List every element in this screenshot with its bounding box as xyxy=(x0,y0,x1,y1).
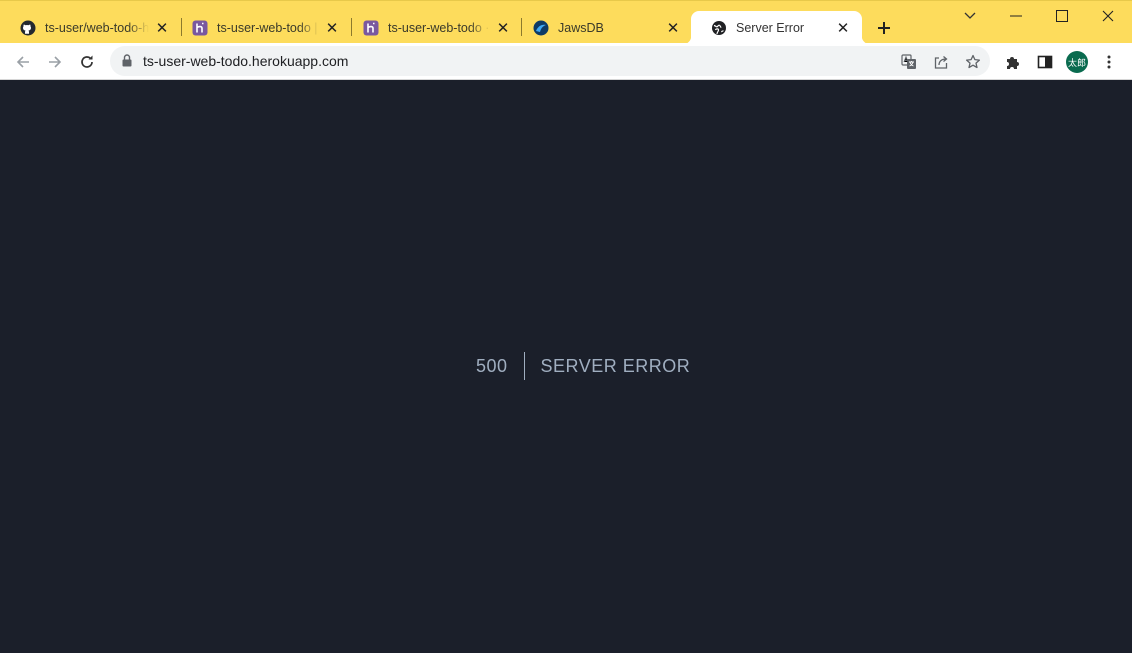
tab-title: Server Error xyxy=(736,20,805,35)
heroku-icon xyxy=(363,20,379,36)
tab-search-button[interactable] xyxy=(947,1,993,31)
browser-toolbar: ts-user-web-todo.herokuapp.com 太郎 xyxy=(0,43,1132,80)
forward-button[interactable] xyxy=(41,48,69,76)
tab-server-error[interactable]: Server Error ✕ xyxy=(683,11,870,44)
tab-title: ts-user-web-todo | Heroku xyxy=(217,20,319,35)
error-code: 500 xyxy=(476,352,525,380)
tab-title: ts-user-web-todo · Heroku xyxy=(388,20,490,35)
profile-avatar[interactable]: 太郎 xyxy=(1066,51,1088,73)
tab-jawsdb[interactable]: JawsDB ✕ xyxy=(513,11,692,44)
lock-icon[interactable] xyxy=(122,54,132,72)
error-text: SERVER ERROR xyxy=(540,356,691,376)
close-icon xyxy=(1102,10,1114,22)
tab-title: JawsDB xyxy=(558,20,604,35)
extensions-button[interactable] xyxy=(999,48,1027,76)
jawsdb-icon xyxy=(533,20,549,36)
close-icon[interactable]: ✕ xyxy=(153,19,171,37)
error-message: 500 SERVER ERROR xyxy=(476,352,690,380)
menu-button[interactable] xyxy=(1095,48,1123,76)
close-icon[interactable]: ✕ xyxy=(494,19,512,37)
tab-github[interactable]: ts-user/web-todo-heroku ✕ xyxy=(0,11,181,44)
close-icon[interactable]: ✕ xyxy=(323,19,341,37)
minimize-icon xyxy=(1010,15,1022,17)
puzzle-icon xyxy=(1007,57,1019,69)
maximize-button[interactable] xyxy=(1039,1,1085,31)
close-icon[interactable]: ✕ xyxy=(664,19,682,37)
more-vert-icon xyxy=(1107,55,1111,69)
github-icon xyxy=(20,20,36,36)
minimize-button[interactable] xyxy=(993,1,1039,31)
back-button[interactable] xyxy=(9,48,37,76)
translate-icon[interactable] xyxy=(898,51,920,73)
maximize-icon xyxy=(1056,10,1068,22)
close-window-button[interactable] xyxy=(1085,1,1131,31)
reload-icon xyxy=(81,55,93,68)
address-bar[interactable]: ts-user-web-todo.herokuapp.com xyxy=(110,46,990,76)
side-panel-icon xyxy=(1037,55,1053,69)
tab-strip: ts-user/web-todo-heroku ✕ ts-user-web-to… xyxy=(0,0,1132,44)
tab-heroku-2[interactable]: ts-user-web-todo · Heroku ✕ xyxy=(343,11,522,44)
tab-heroku-1[interactable]: ts-user-web-todo | Heroku ✕ xyxy=(172,11,351,44)
new-tab-button[interactable] xyxy=(871,15,897,41)
tab-title: ts-user/web-todo-heroku xyxy=(45,20,149,35)
close-icon[interactable]: ✕ xyxy=(834,19,852,37)
side-panel-button[interactable] xyxy=(1031,48,1059,76)
page-content: 500 SERVER ERROR xyxy=(0,80,1132,653)
plus-icon xyxy=(878,22,890,34)
heroku-icon xyxy=(192,20,208,36)
share-icon[interactable] xyxy=(930,51,952,73)
url-text[interactable]: ts-user-web-todo.herokuapp.com xyxy=(143,53,348,69)
star-icon[interactable] xyxy=(962,51,984,73)
reload-button[interactable] xyxy=(73,48,101,76)
chevron-down-icon xyxy=(964,12,976,19)
globe-icon xyxy=(711,20,727,36)
arrow-right-icon xyxy=(49,56,62,68)
arrow-left-icon xyxy=(16,56,29,68)
